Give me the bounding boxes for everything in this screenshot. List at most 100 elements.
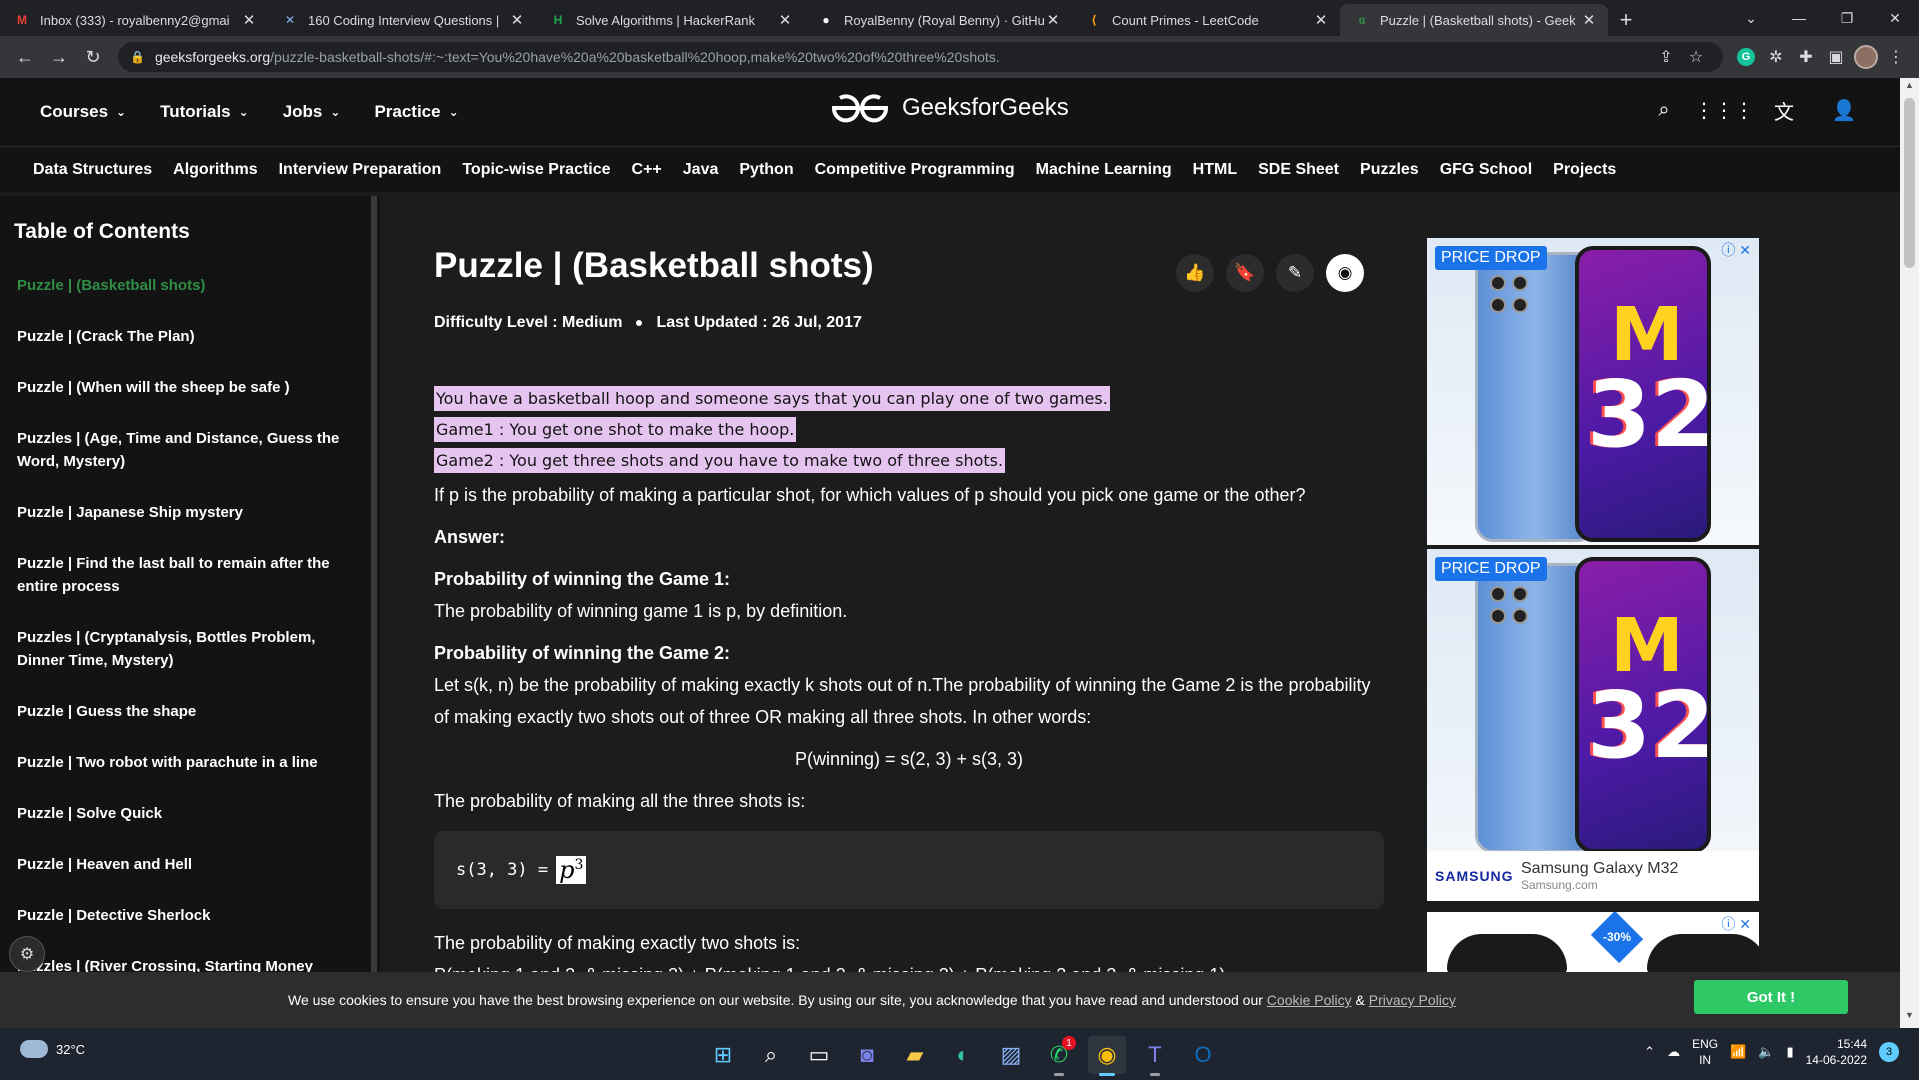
user-icon[interactable]: 👤 — [1828, 94, 1860, 126]
chrome-icon[interactable]: ◉ — [1088, 1036, 1126, 1076]
toc-item[interactable]: Puzzle | (Crack The Plan) — [17, 325, 362, 348]
outlook-icon[interactable]: O — [1184, 1036, 1222, 1074]
close-tab-icon[interactable]: ✕ — [1312, 11, 1330, 29]
scroll-up-icon[interactable]: ▲ — [1900, 80, 1919, 96]
menu-jobs[interactable]: Jobs ⌄ — [283, 102, 341, 122]
volume-icon[interactable]: 🔈 — [1758, 1044, 1774, 1060]
battery-icon[interactable]: ▮ — [1786, 1044, 1793, 1060]
ad-banner[interactable]: -30% ⓘ ✕ — [1427, 912, 1759, 972]
like-icon[interactable]: 👍 — [1176, 254, 1214, 292]
back-icon[interactable]: ← — [8, 40, 42, 74]
menu-courses[interactable]: Courses ⌄ — [40, 102, 126, 122]
edge-icon[interactable]: ◐ — [944, 1036, 982, 1074]
ad-brand-bar[interactable]: SAMSUNG Samsung Galaxy M32 Samsung.com — [1427, 851, 1759, 901]
apps-grid-icon[interactable]: ⋮⋮⋮ — [1694, 94, 1754, 126]
toc-item[interactable]: Puzzle | Guess the shape — [17, 700, 362, 723]
edit-icon[interactable]: ✎ — [1276, 254, 1314, 292]
topic-link[interactable]: C++ — [632, 161, 662, 179]
translate-icon[interactable]: 文 — [1768, 94, 1800, 126]
ad-choices-icon[interactable]: ⓘ ✕ — [1721, 914, 1751, 934]
topic-link[interactable]: Competitive Programming — [815, 161, 1015, 179]
language-indicator[interactable]: ENG IN — [1692, 1036, 1718, 1068]
notification-badge[interactable]: 3 — [1879, 1042, 1899, 1062]
toc-item[interactable]: Puzzle | Find the last ball to remain af… — [17, 552, 362, 598]
close-tab-icon[interactable]: ✕ — [776, 11, 794, 29]
tab-search-icon[interactable]: ⌄ — [1727, 0, 1775, 36]
address-bar[interactable]: 🔒 geeksforgeeks.org/puzzle-basketball-sh… — [118, 42, 1723, 72]
topic-link[interactable]: Data Structures — [33, 161, 152, 179]
minimize-icon[interactable]: — — [1775, 0, 1823, 36]
toc-item[interactable]: Puzzle | Detective Sherlock — [17, 904, 362, 927]
forward-icon[interactable]: → — [42, 40, 76, 74]
toc-item[interactable]: Puzzles | (Cryptanalysis, Bottles Proble… — [17, 626, 362, 672]
photos-icon[interactable]: ▨ — [992, 1036, 1030, 1074]
toc-scrollbar[interactable] — [371, 196, 377, 972]
toc-item[interactable]: Puzzles | (River Crossing, Starting Mone… — [17, 955, 362, 972]
site-logo[interactable]: GeeksforGeeks — [830, 92, 1069, 124]
topic-link[interactable]: Interview Preparation — [279, 161, 442, 179]
browser-tab[interactable]: ✕ 160 Coding Interview Questions | ✕ — [268, 4, 536, 36]
accept-cookies-button[interactable]: Got It ! — [1694, 980, 1848, 1014]
topic-link[interactable]: Algorithms — [173, 161, 257, 179]
onedrive-icon[interactable]: ☁ — [1667, 1044, 1680, 1060]
topic-link[interactable]: HTML — [1193, 161, 1237, 179]
more-menu-icon[interactable]: ⋮ — [1881, 42, 1911, 72]
toc-item[interactable]: Puzzle | Japanese Ship mystery — [17, 501, 362, 524]
new-tab-button[interactable]: + — [1608, 4, 1644, 36]
search-icon[interactable]: ⌕ — [752, 1036, 790, 1074]
menu-tutorials[interactable]: Tutorials ⌄ — [160, 102, 249, 122]
close-tab-icon[interactable]: ✕ — [1580, 11, 1598, 29]
close-window-icon[interactable]: ✕ — [1871, 0, 1919, 36]
menu-practice[interactable]: Practice ⌄ — [374, 102, 458, 122]
toc-item[interactable]: Puzzle | Two robot with parachute in a l… — [17, 751, 362, 774]
topic-link[interactable]: Topic-wise Practice — [462, 161, 610, 179]
toc-item[interactable]: Puzzle | (Basketball shots) — [17, 274, 362, 297]
toc-item[interactable]: Puzzle | Solve Quick — [17, 802, 362, 825]
privacy-policy-link[interactable]: Privacy Policy — [1369, 992, 1456, 1008]
clock[interactable]: 15:44 14-06-2022 — [1806, 1036, 1867, 1068]
ad-banner[interactable]: M 32 PRICE DROP ⓘ ✕ — [1427, 238, 1759, 545]
search-icon[interactable]: ⌕ — [1648, 94, 1680, 126]
reload-icon[interactable]: ↻ — [76, 40, 110, 74]
ad-choices-icon[interactable]: ⓘ ✕ — [1721, 240, 1751, 260]
browser-tab[interactable]: ● RoyalBenny (Royal Benny) · GitHu ✕ — [804, 4, 1072, 36]
share-icon[interactable]: ⇪ — [1651, 42, 1681, 72]
toc-item[interactable]: Puzzle | Heaven and Hell — [17, 853, 362, 876]
bookmark-icon[interactable]: 🔖 — [1226, 254, 1264, 292]
close-tab-icon[interactable]: ✕ — [508, 11, 526, 29]
browser-tab[interactable]: M Inbox (333) - royalbenny2@gmai ✕ — [0, 4, 268, 36]
start-windows-icon[interactable]: ⊞ — [704, 1036, 742, 1074]
topic-link[interactable]: Puzzles — [1360, 161, 1419, 179]
extensions-puzzle-icon[interactable]: ✚ — [1791, 42, 1821, 72]
file-explorer-icon[interactable]: ▰ — [896, 1036, 934, 1074]
wifi-icon[interactable]: 📶 — [1730, 1044, 1746, 1060]
topic-link[interactable]: Machine Learning — [1036, 161, 1172, 179]
browser-tab[interactable]: ɞ Puzzle | (Basketball shots) - Geek ✕ — [1340, 4, 1608, 36]
topic-link[interactable]: SDE Sheet — [1258, 161, 1339, 179]
grammarly-icon[interactable]: G — [1731, 42, 1761, 72]
browser-tab[interactable]: ⟨ Count Primes - LeetCode ✕ — [1072, 4, 1340, 36]
close-tab-icon[interactable]: ✕ — [1044, 11, 1062, 29]
settings-gear-icon[interactable]: ⚙ — [9, 936, 45, 972]
scrollbar-thumb[interactable] — [1904, 98, 1915, 268]
side-panel-icon[interactable]: ▣ — [1821, 42, 1851, 72]
restore-icon[interactable]: ❐ — [1823, 0, 1871, 36]
browser-tab[interactable]: H Solve Algorithms | HackerRank ✕ — [536, 4, 804, 36]
tray-overflow-icon[interactable]: ⌃ — [1644, 1044, 1655, 1060]
topic-link[interactable]: Python — [739, 161, 793, 179]
profile-avatar[interactable] — [1851, 42, 1881, 72]
comment-icon[interactable]: ◉ — [1326, 254, 1364, 292]
topic-link[interactable]: Java — [683, 161, 719, 179]
toc-item[interactable]: Puzzles | (Age, Time and Distance, Guess… — [17, 427, 362, 473]
teams-icon[interactable]: T — [1136, 1036, 1174, 1076]
toc-item[interactable]: Puzzle | (When will the sheep be safe ) — [17, 376, 362, 399]
scroll-down-icon[interactable]: ▼ — [1900, 1010, 1919, 1026]
topic-link[interactable]: GFG School — [1440, 161, 1532, 179]
chat-icon[interactable]: ◙ — [848, 1036, 886, 1074]
extension-gear-icon[interactable]: ✲ — [1761, 42, 1791, 72]
close-tab-icon[interactable]: ✕ — [240, 11, 258, 29]
weather-widget[interactable]: 32°C — [20, 1040, 85, 1058]
topic-link[interactable]: Projects — [1553, 161, 1616, 179]
bookmark-star-icon[interactable]: ☆ — [1681, 42, 1711, 72]
whatsapp-icon[interactable]: ✆ 1 — [1040, 1036, 1078, 1076]
